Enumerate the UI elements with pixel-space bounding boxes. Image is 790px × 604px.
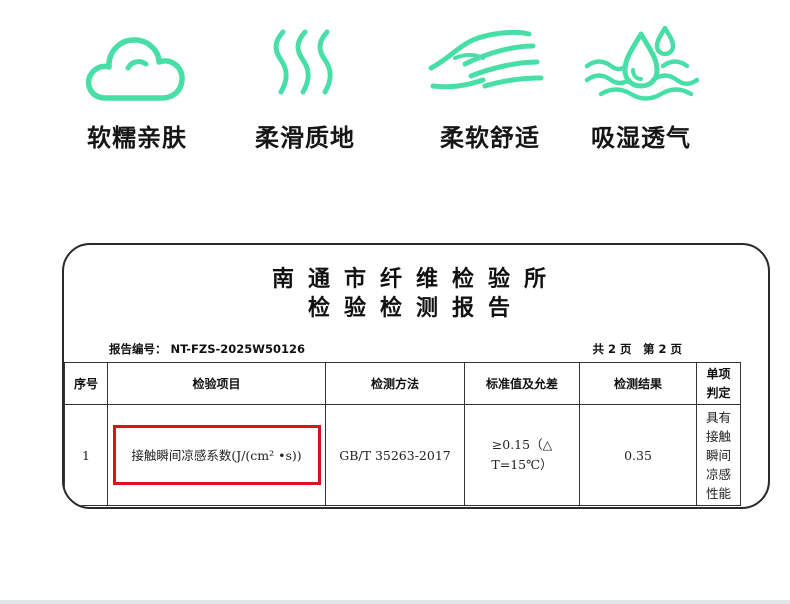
header-verdict-line: 判定 xyxy=(706,385,731,400)
header-item: 检验项目 xyxy=(107,362,326,405)
verdict-line: 凉感 xyxy=(705,466,731,482)
cell-method: GB/T 35263-2017 xyxy=(325,404,465,506)
cell-no: 1 xyxy=(64,404,108,506)
feature-label: 柔软舒适 xyxy=(440,124,540,152)
feature-comfort: 柔软舒适 xyxy=(405,24,575,153)
report-institution-title: 南通市纤维检验所 xyxy=(271,266,560,292)
page-indicator: 共 2 页 第 2 页 xyxy=(592,342,682,356)
feature-row: 软糯亲肤 柔滑质地 柔软舒适 吸湿透气 xyxy=(0,0,790,170)
report-number: 报告编号： NT-FZS-2025W50126 xyxy=(109,342,306,356)
bottom-divider xyxy=(0,600,790,604)
feature-label: 柔滑质地 xyxy=(255,124,355,152)
feature-smooth: 柔滑质地 xyxy=(220,24,390,153)
feature-breathable: 吸湿透气 xyxy=(556,24,726,153)
water-drops-icon xyxy=(584,25,700,101)
steam-waves-icon xyxy=(273,29,333,95)
header-verdict-line: 单项 xyxy=(706,366,731,381)
report-table: 序号 检验项目 检测方法 标准值及允差 检测结果 单项 判定 1 接触瞬间凉感系… xyxy=(64,362,741,506)
standard-line: T=15℃） xyxy=(491,457,553,472)
cell-verdict: 具有 接触 瞬间 凉感 性能 xyxy=(696,404,741,506)
feature-soft: 软糯亲肤 xyxy=(52,24,222,153)
feature-label: 吸湿透气 xyxy=(591,124,691,152)
header-method: 检测方法 xyxy=(325,362,465,405)
table-row: 1 接触瞬间凉感系数(J/(cm² •s)) GB/T 35263-2017 ≥… xyxy=(64,404,741,506)
test-report-card: 南通市纤维检验所 检验检测报告 报告编号： NT-FZS-2025W50126 … xyxy=(62,243,770,509)
table-header-row: 序号 检验项目 检测方法 标准值及允差 检测结果 单项 判定 xyxy=(64,362,741,405)
header-result: 检测结果 xyxy=(579,362,697,405)
header-verdict: 单项 判定 xyxy=(696,362,741,405)
cell-item: 接触瞬间凉感系数(J/(cm² •s)) xyxy=(107,404,326,506)
standard-line: ≥0.15（△ xyxy=(491,437,553,452)
header-standard: 标准值及允差 xyxy=(464,362,580,405)
verdict-line: 具有 xyxy=(705,409,731,425)
highlighted-test-item: 接触瞬间凉感系数(J/(cm² •s)) xyxy=(112,425,321,485)
cell-standard: ≥0.15（△ T=15℃） xyxy=(464,404,580,506)
verdict-line: 接触 xyxy=(705,428,731,444)
hand-icon xyxy=(428,29,544,90)
feature-label: 软糯亲肤 xyxy=(87,124,187,152)
cloud-icon xyxy=(85,37,185,101)
verdict-line: 性能 xyxy=(705,485,731,501)
header-no: 序号 xyxy=(64,362,108,405)
cell-result: 0.35 xyxy=(579,404,697,506)
verdict-line: 瞬间 xyxy=(705,447,731,463)
report-title: 检验检测报告 xyxy=(307,295,524,321)
